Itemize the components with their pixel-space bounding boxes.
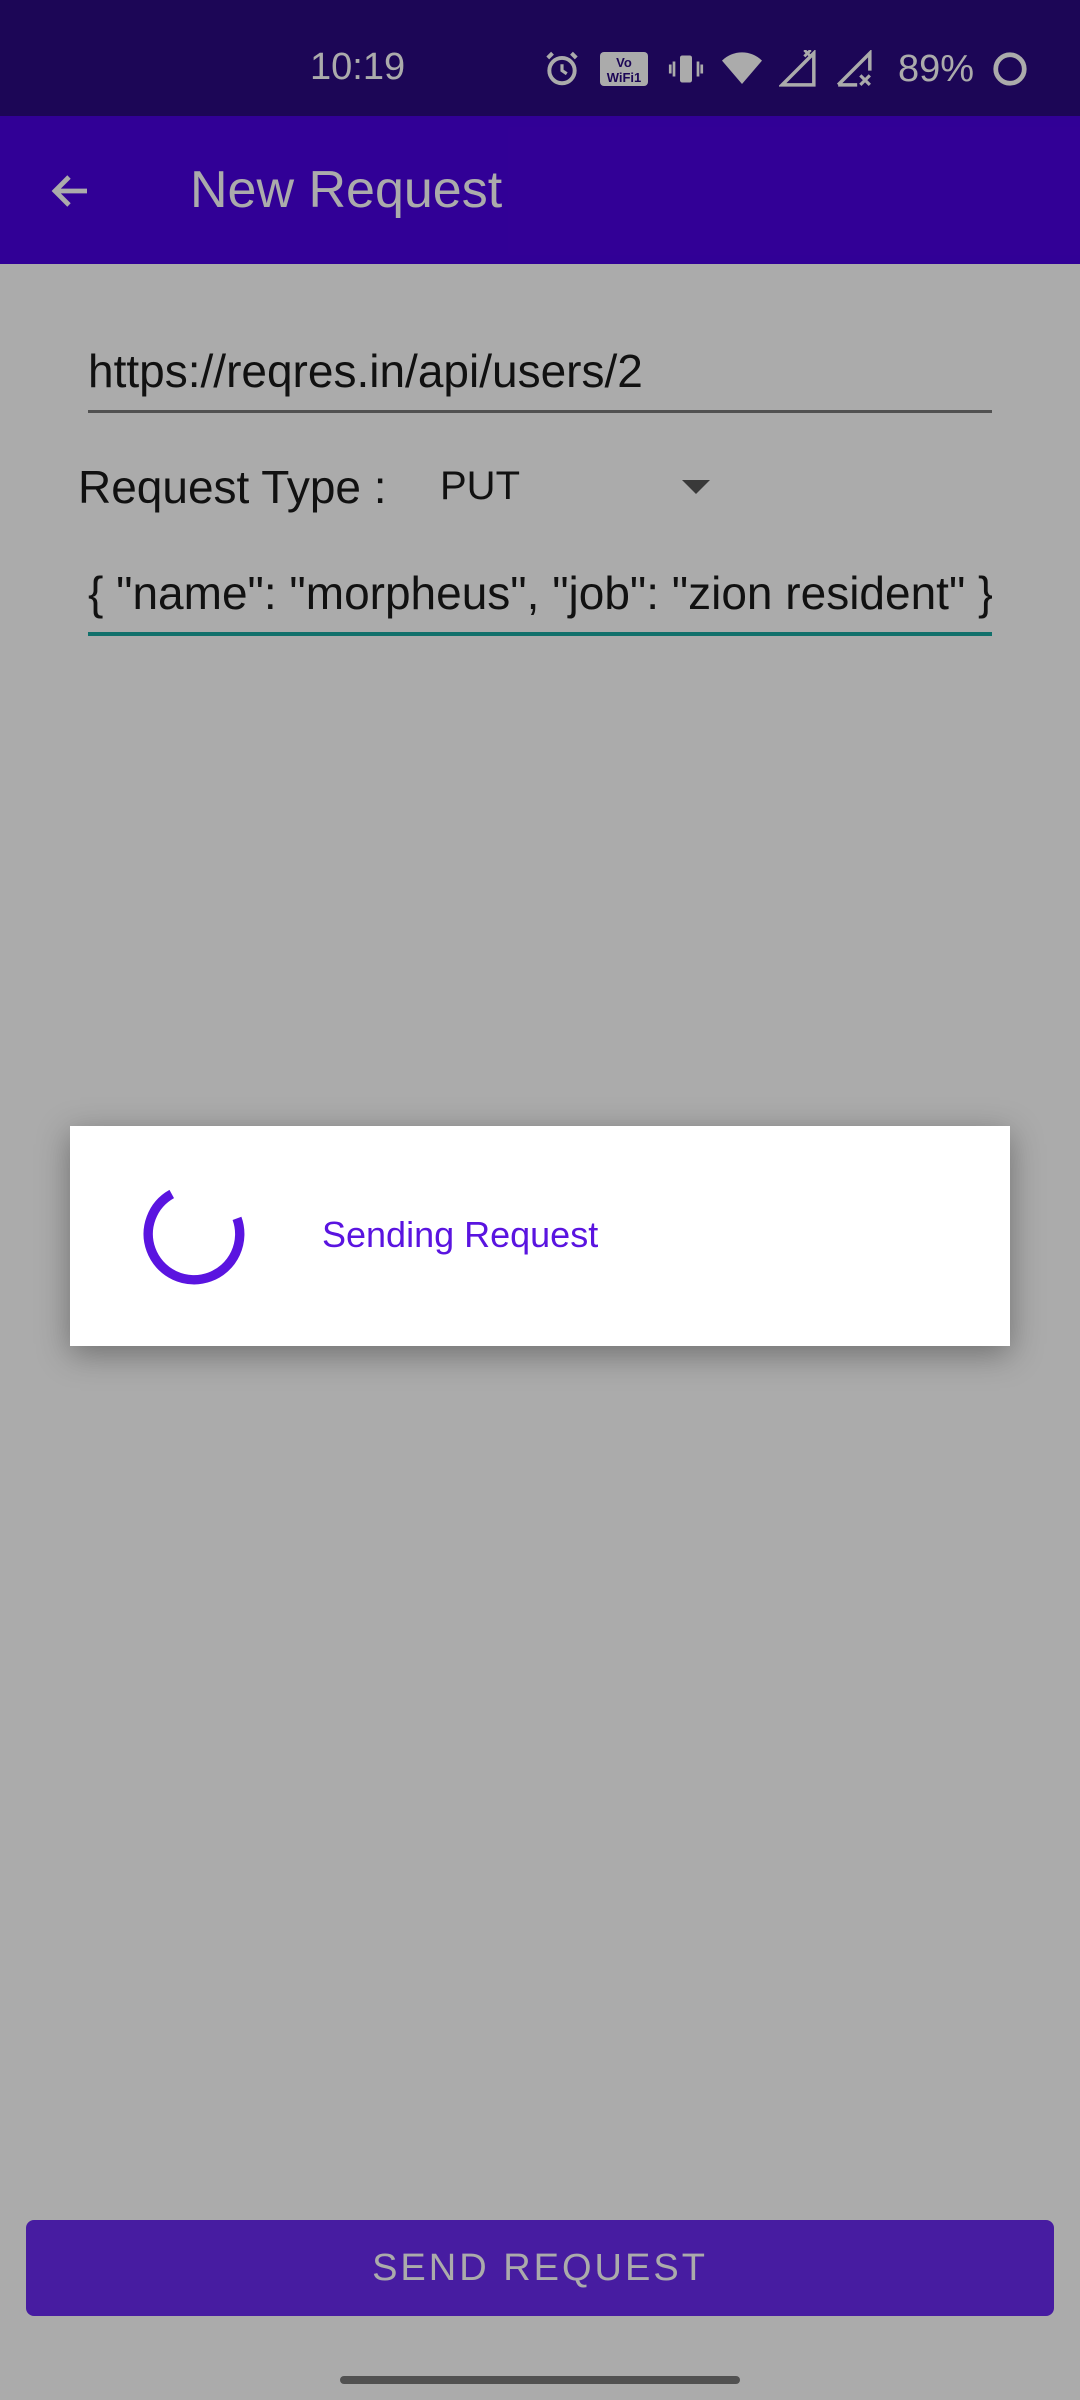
loading-spinner-icon <box>143 1183 245 1285</box>
dialog-message: Sending Request <box>322 1214 599 1255</box>
progress-dialog: Sending Request <box>70 1126 1010 1346</box>
